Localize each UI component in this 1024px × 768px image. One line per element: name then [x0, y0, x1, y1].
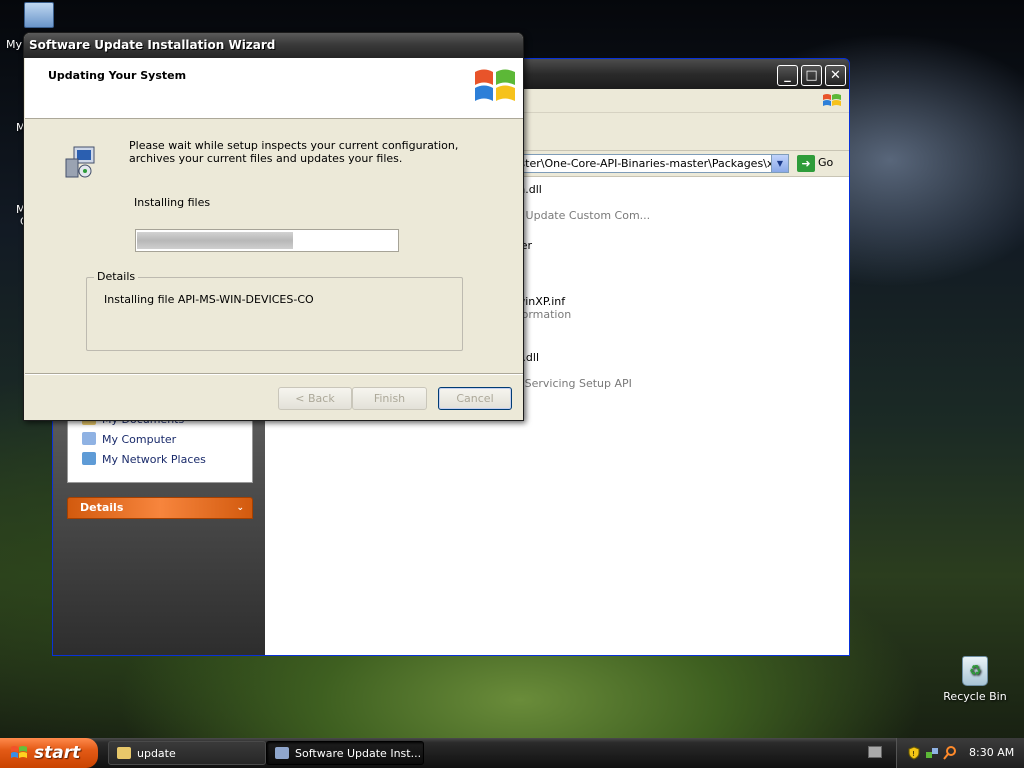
place-label: My Network Places: [102, 453, 206, 466]
go-arrow-icon: ➜: [797, 154, 815, 172]
details-panel-header[interactable]: Details ⌄: [67, 497, 253, 519]
setup-icon: [275, 747, 289, 759]
install-status-text: Installing files: [134, 196, 211, 209]
wizard-title-bar[interactable]: Software Update Installation Wizard: [24, 33, 523, 58]
other-places-panel: My Documents My Computer My Network Plac…: [67, 412, 253, 483]
details-groupbox: Details Installing file API-MS-WIN-DEVIC…: [86, 270, 463, 351]
windows-logo-icon: [823, 94, 841, 106]
windows-logo-icon: [475, 69, 515, 101]
current-file-text: Installing file API-MS-WIN-DEVICES-CO: [104, 293, 314, 306]
minimize-button[interactable]: _: [777, 65, 798, 86]
security-shield-icon[interactable]: !: [907, 746, 921, 760]
system-tray: ! 8:30 AM: [896, 738, 1024, 768]
place-my-network-places[interactable]: My Network Places: [82, 452, 206, 466]
taskbar: start update Software Update Inst... ! 8…: [0, 738, 1024, 768]
place-my-computer[interactable]: My Computer: [82, 432, 176, 446]
computer-icon: [82, 432, 96, 445]
recycle-bin-label: Recycle Bin: [943, 690, 1007, 703]
go-button[interactable]: ➜ Go: [797, 154, 833, 172]
clock[interactable]: 8:30 AM: [969, 738, 1014, 768]
wizard-description: Please wait while setup inspects your cu…: [129, 139, 459, 165]
setup-icon: [65, 146, 95, 178]
taskbar-button-update[interactable]: update: [108, 741, 266, 765]
windows-flag-icon: [11, 746, 27, 758]
close-button[interactable]: ✕: [825, 65, 846, 86]
maximize-button[interactable]: □: [801, 65, 822, 86]
search-icon[interactable]: [943, 746, 957, 760]
task-label: update: [137, 747, 176, 760]
start-label: start: [34, 743, 81, 763]
wizard-step-title: Updating Your System: [48, 69, 187, 82]
task-label: Software Update Inst...: [295, 747, 422, 760]
my-computer-desktop-icon[interactable]: [24, 2, 54, 28]
go-label: Go: [818, 156, 834, 169]
details-groupbox-label: Details: [94, 270, 139, 283]
network-places-icon: [82, 452, 96, 465]
wizard-header: Updating Your System: [25, 58, 523, 119]
install-progress-fill: [137, 232, 293, 249]
svg-text:!: !: [912, 750, 915, 758]
folder-icon: [117, 747, 131, 759]
chevron-down-icon[interactable]: ⌄: [236, 498, 244, 518]
wizard-button-separator: [25, 373, 523, 375]
start-button[interactable]: start: [0, 738, 98, 768]
chevron-down-icon[interactable]: ▼: [771, 155, 788, 172]
keyboard-icon[interactable]: [868, 746, 882, 758]
back-button[interactable]: < Back: [278, 387, 352, 410]
recycle-bin-icon: [962, 656, 988, 686]
address-input[interactable]: -master\One-Core-API-Binaries-master\Pac…: [493, 154, 789, 173]
taskbar-button-wizard[interactable]: Software Update Inst...: [266, 741, 424, 765]
recycle-bin[interactable]: Recycle Bin: [940, 656, 1010, 703]
cancel-button[interactable]: Cancel: [438, 387, 512, 410]
desktop-icon-label-my-computer[interactable]: My: [6, 38, 22, 51]
network-icon[interactable]: [925, 746, 939, 760]
install-progress-bar: [135, 229, 399, 252]
finish-button[interactable]: Finish: [352, 387, 427, 410]
wizard-title: Software Update Installation Wizard: [29, 38, 276, 52]
address-text: -master\One-Core-API-Binaries-master\Pac…: [498, 157, 777, 170]
place-label: My Computer: [102, 433, 177, 446]
details-label: Details: [80, 501, 124, 514]
installation-wizard-dialog: Software Update Installation Wizard Upda…: [23, 32, 524, 421]
